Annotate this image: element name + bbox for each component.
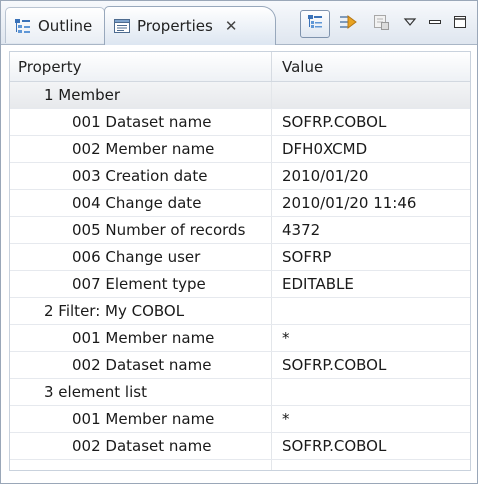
restore-default-icon [372, 13, 390, 35]
tab-outline-label: Outline [38, 16, 93, 35]
properties-icon [113, 17, 131, 35]
property-name-cell: 001 Dataset name [10, 109, 272, 135]
view-menu-icon [403, 16, 417, 32]
property-value-cell[interactable]: 2010/01/20 [272, 163, 470, 189]
table-header: Property Value [10, 52, 470, 82]
category-row[interactable]: 2 Filter: My COBOL [10, 298, 470, 325]
property-value-cell[interactable]: 4372 [272, 217, 470, 243]
property-value-cell[interactable]: EDITABLE [272, 271, 470, 297]
property-name-cell: 003 Creation date [10, 163, 272, 189]
categories-icon [307, 14, 323, 34]
table-row[interactable]: 001 Dataset name SOFRP.COBOL [10, 109, 470, 136]
tab-outline[interactable]: Outline [5, 7, 105, 43]
show-advanced-button[interactable] [333, 10, 363, 38]
table-row[interactable]: 005 Number of records 4372 [10, 217, 470, 244]
maximize-button[interactable] [449, 10, 471, 38]
view-tab-bar: Outline Properties ✕ [1, 1, 477, 45]
property-value-cell[interactable]: DFH0XCMD [272, 136, 470, 162]
property-value-cell[interactable]: SOFRP.COBOL [272, 352, 470, 378]
column-header-property[interactable]: Property [10, 52, 272, 81]
table-body: 1 Member 001 Dataset name SOFRP.COBOL 002 M… [10, 82, 470, 470]
maximize-icon [453, 15, 467, 33]
property-name-cell: 004 Change date [10, 190, 272, 216]
property-value-cell[interactable]: 2010/01/20 11:46 [272, 190, 470, 216]
show-categories-button[interactable] [300, 10, 330, 38]
category-row[interactable]: 3 element list [10, 379, 470, 406]
column-header-value[interactable]: Value [272, 52, 470, 81]
table-row[interactable]: 001 Member name * [10, 325, 470, 352]
table-row[interactable]: 002 Member name DFH0XCMD [10, 136, 470, 163]
property-name-cell: 005 Number of records [10, 217, 272, 243]
table-row[interactable]: 006 Change user SOFRP [10, 244, 470, 271]
property-value-cell[interactable]: SOFRP [272, 244, 470, 270]
property-name-cell: 1 Member [10, 82, 272, 108]
property-value-cell[interactable]: * [272, 325, 470, 351]
table-row[interactable]: 004 Change date 2010/01/20 11:46 [10, 190, 470, 217]
view-toolbar [300, 9, 471, 39]
property-value-cell[interactable] [272, 379, 470, 405]
table-row[interactable]: 003 Creation date 2010/01/20 [10, 163, 470, 190]
view-menu-button[interactable] [399, 10, 421, 38]
property-name-cell: 3 element list [10, 379, 272, 405]
property-name-cell: 007 Element type [10, 271, 272, 297]
restore-default-button[interactable] [366, 10, 396, 38]
category-row[interactable]: 1 Member [10, 82, 470, 109]
table-row[interactable]: 002 Dataset name SOFRP.COBOL [10, 352, 470, 379]
property-sheet-table: Property Value 1 Member 001 Dataset name S… [9, 51, 471, 471]
property-value-cell[interactable]: SOFRP.COBOL [272, 433, 470, 459]
table-row[interactable]: 007 Element type EDITABLE [10, 271, 470, 298]
property-value-cell[interactable] [272, 298, 470, 324]
property-name-cell [10, 460, 272, 470]
tab-properties-label: Properties [137, 17, 213, 35]
property-name-cell: 002 Dataset name [10, 352, 272, 378]
property-value-cell[interactable]: * [272, 406, 470, 432]
close-icon[interactable]: ✕ [225, 18, 238, 34]
property-name-cell: 001 Member name [10, 325, 272, 351]
tab-properties[interactable]: Properties ✕ [104, 6, 276, 45]
filter-advanced-icon [339, 13, 357, 35]
property-value-cell[interactable]: SOFRP.COBOL [272, 109, 470, 135]
table-row[interactable]: 001 Member name * [10, 406, 470, 433]
property-name-cell: 002 Dataset name [10, 433, 272, 459]
property-value-cell[interactable] [272, 82, 470, 108]
table-row[interactable] [10, 460, 470, 470]
property-name-cell: 001 Member name [10, 406, 272, 432]
property-value-cell[interactable] [272, 460, 470, 470]
property-name-cell: 2 Filter: My COBOL [10, 298, 272, 324]
minimize-icon [428, 16, 442, 32]
outline-icon [14, 17, 32, 35]
table-row[interactable]: 002 Dataset name SOFRP.COBOL [10, 433, 470, 460]
property-name-cell: 006 Change user [10, 244, 272, 270]
minimize-button[interactable] [424, 10, 446, 38]
property-name-cell: 002 Member name [10, 136, 272, 162]
properties-view: Outline Properties ✕ Property Value 1 Me… [0, 0, 478, 484]
